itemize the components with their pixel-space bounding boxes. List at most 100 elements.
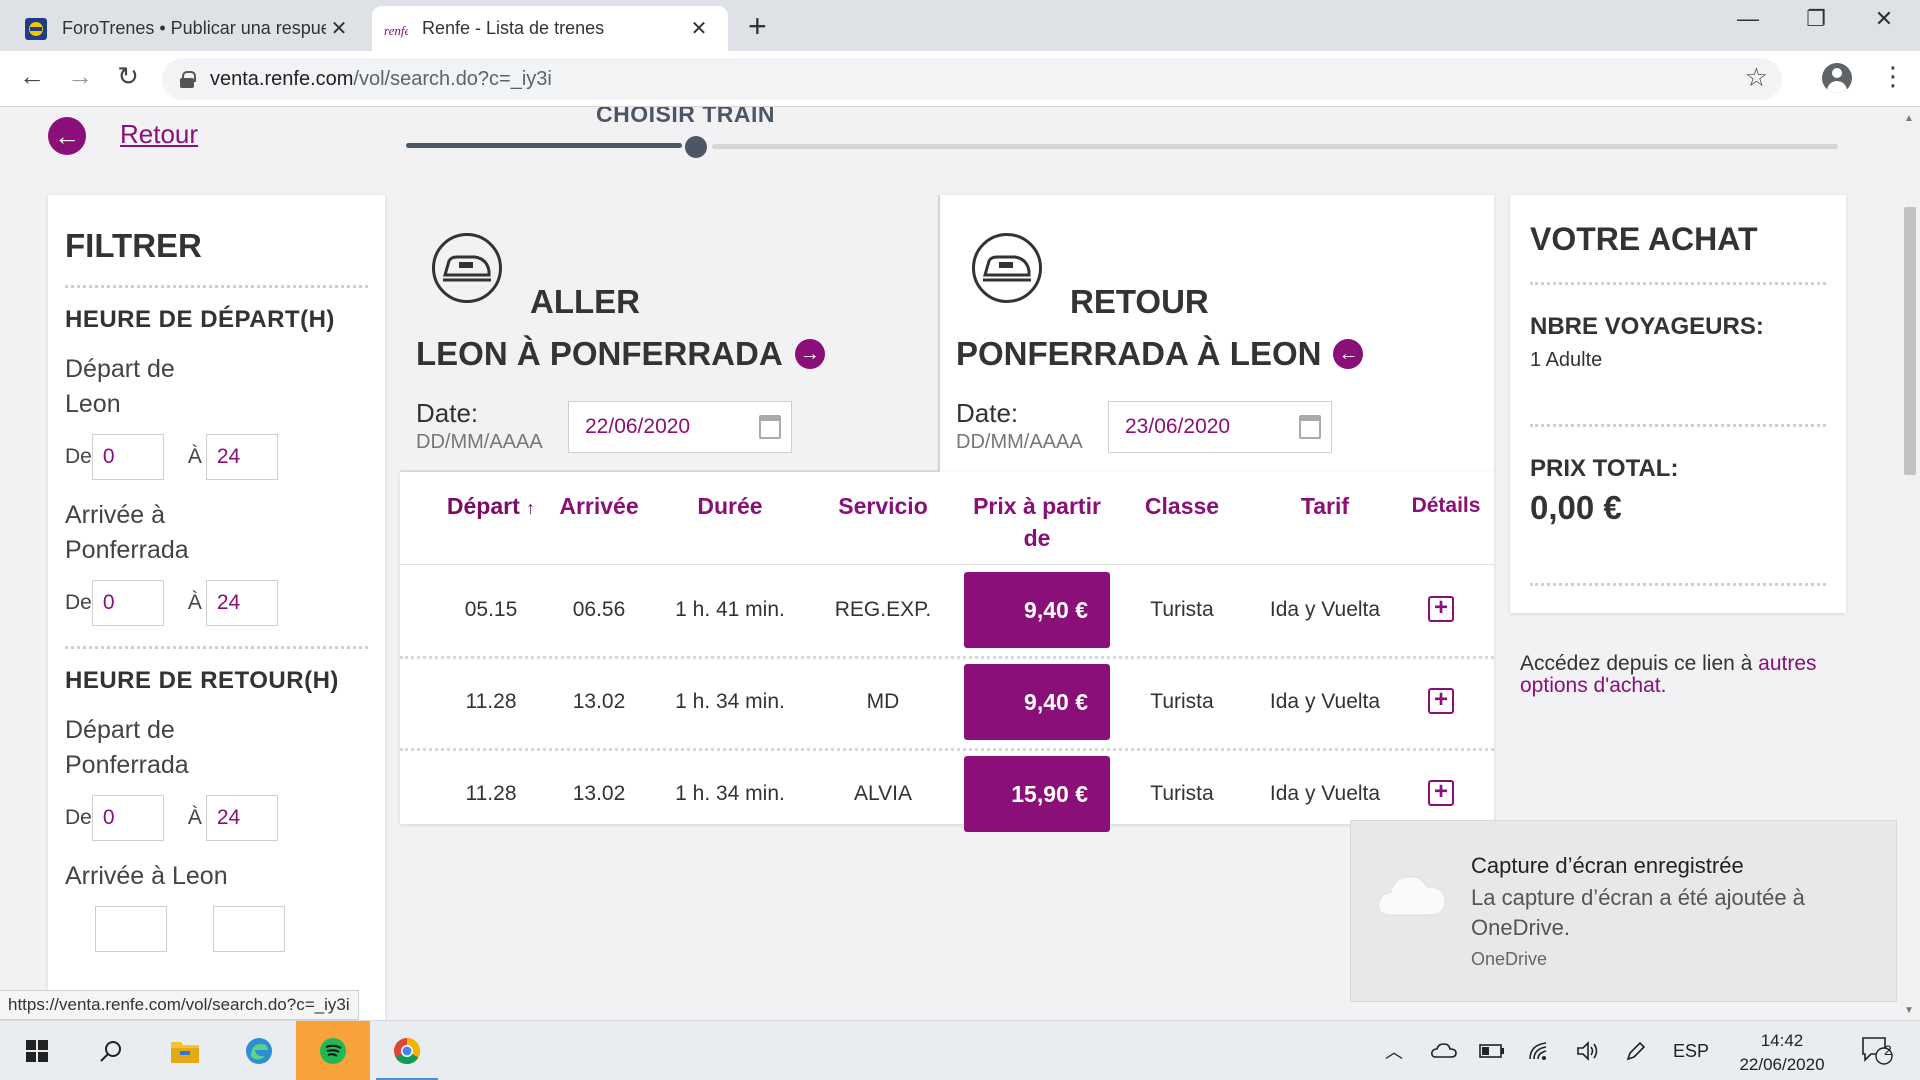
cell-depart: 11.28 [465, 782, 517, 805]
scroll-up-icon[interactable]: ▲ [1904, 113, 1914, 124]
wifi-icon[interactable] [1520, 1021, 1560, 1080]
to-label: À [187, 806, 202, 829]
col-prix-header[interactable]: Prix à partir de [960, 490, 1114, 554]
tab-close-icon[interactable]: ✕ [326, 16, 352, 41]
bookmark-star-icon[interactable]: ☆ [1745, 62, 1768, 93]
table-row[interactable]: 11.28 13.02 1 h. 34 min. ALVIA 15,90 € T… [400, 748, 1494, 840]
return-panel[interactable]: RETOUR PONFERRADA À LEON ← Date: DD/MM/A… [940, 195, 1494, 472]
action-center-icon[interactable]: 2 [1852, 1021, 1902, 1080]
chrome-icon[interactable] [370, 1021, 444, 1080]
time-to-input[interactable] [213, 906, 285, 952]
cell-arrivee: 13.02 [572, 782, 626, 805]
tab-forotrenes[interactable]: ForoTrenes • Publicar una respue ✕ [12, 6, 368, 51]
cell-arrivee: 13.02 [572, 690, 626, 713]
route-text: PONFERRADA À LEON [956, 335, 1322, 372]
travelers-label: NBRE VOYAGEURS: [1530, 313, 1764, 340]
back-link[interactable]: Retour [120, 119, 198, 150]
expand-details-icon[interactable]: + [1428, 596, 1454, 622]
expand-details-icon[interactable]: + [1428, 688, 1454, 714]
expand-details-icon[interactable]: + [1428, 780, 1454, 806]
price-button[interactable]: 15,90 € [964, 756, 1110, 832]
tab-title: ForoTrenes • Publicar una respue [62, 18, 326, 38]
input-language-indicator[interactable]: ESP [1666, 1021, 1716, 1080]
reload-icon[interactable]: ↻ [110, 61, 146, 92]
cell-duree: 1 h. 34 min. [675, 690, 785, 713]
notification-toast[interactable]: Capture d’écran enregistrée La capture d… [1350, 820, 1897, 1002]
toast-source: OneDrive [1471, 949, 1548, 969]
col-depart-header[interactable]: Départ ↑ [436, 490, 546, 524]
departure-time-heading: HEURE DE DÉPART(H) [65, 306, 335, 333]
time-from-input[interactable] [91, 580, 164, 626]
date-value: 23/06/2020 [1125, 415, 1231, 438]
windows-start-icon[interactable] [0, 1021, 74, 1080]
new-tab-icon[interactable]: + [748, 8, 767, 45]
cell-depart: 05.15 [464, 598, 518, 621]
onedrive-tray-icon[interactable] [1424, 1021, 1464, 1080]
close-window-icon[interactable]: ✕ [1854, 6, 1914, 32]
cell-servicio: ALVIA [854, 782, 912, 805]
spotify-icon[interactable] [296, 1021, 370, 1080]
cell-duree: 1 h. 34 min. [675, 782, 785, 805]
outbound-route: LEON À PONFERRADA → [416, 335, 825, 373]
calendar-icon[interactable] [1299, 415, 1321, 439]
cell-duree: 1 h. 41 min. [675, 598, 785, 621]
cell-depart: 11.28 [465, 690, 517, 713]
other-options-text: Accédez depuis ce lien à autres options … [1520, 653, 1860, 697]
col-details-header: Détails [1411, 494, 1481, 517]
time-from-input[interactable] [95, 906, 167, 952]
col-duree-header[interactable]: Durée [652, 490, 808, 522]
battery-icon[interactable] [1472, 1021, 1512, 1080]
outbound-date-field[interactable]: 22/06/2020 [568, 401, 792, 453]
cell-servicio: REG.EXP. [834, 598, 932, 621]
show-hidden-icons-chevron-up-icon[interactable]: ︿ [1376, 1021, 1412, 1080]
table-row[interactable]: 11.28 13.02 1 h. 34 min. MD 9,40 € Turis… [400, 656, 1494, 748]
outbound-panel[interactable]: ALLER LEON À PONFERRADA → Date: DD/MM/AA… [400, 195, 940, 472]
minimize-icon[interactable]: — [1718, 6, 1778, 32]
table-row[interactable]: 05.15 06.56 1 h. 41 min. REG.EXP. 9,40 €… [400, 564, 1494, 656]
tab-renfe[interactable]: renfe Renfe - Lista de trenes ✕ [372, 6, 728, 51]
edge-browser-icon[interactable] [222, 1021, 296, 1080]
profile-avatar-icon[interactable] [1822, 63, 1852, 93]
menu-kebab-icon[interactable]: ⋮ [1880, 61, 1906, 92]
total-price-label: PRIX TOTAL: [1530, 455, 1679, 482]
price-button[interactable]: 9,40 € [964, 664, 1110, 740]
time-to-input[interactable] [205, 580, 278, 626]
file-explorer-icon[interactable] [148, 1021, 222, 1080]
col-arrivee-header[interactable]: Arrivée [546, 490, 652, 522]
date-label: Date: [416, 398, 479, 428]
filter-panel: FILTRER HEURE DE DÉPART(H) Départ de Leo… [48, 195, 385, 1020]
time-from-input[interactable] [91, 795, 164, 841]
clock-date: 22/06/2020 [1739, 1055, 1825, 1074]
scrollbar-thumb[interactable] [1904, 207, 1916, 475]
forward-arrow-icon[interactable]: → [62, 61, 98, 92]
col-servicio-header[interactable]: Servicio [808, 490, 958, 522]
time-range: De À [65, 434, 368, 480]
time-to-input[interactable] [205, 434, 278, 480]
svg-text:renfe: renfe [384, 23, 408, 38]
from-label: De [65, 806, 92, 829]
tab-close-icon[interactable]: ✕ [686, 16, 712, 41]
time-to-input[interactable] [205, 795, 278, 841]
return-date-field[interactable]: 23/06/2020 [1108, 401, 1332, 453]
calendar-icon[interactable] [759, 415, 781, 439]
scroll-down-icon[interactable]: ▼ [1904, 1005, 1914, 1016]
sort-arrow-icon: ↑ [526, 498, 536, 518]
page-scrollbar[interactable]: ▲ ▼ [1900, 107, 1920, 1020]
taskbar-clock[interactable]: 14:42 22/06/2020 [1722, 1029, 1842, 1077]
filter-group-label: Arrivée à Leon [65, 862, 228, 890]
col-classe-header[interactable]: Classe [1116, 490, 1248, 522]
back-circle-arrow-icon[interactable]: ← [48, 117, 86, 155]
back-arrow-icon[interactable]: ← [14, 61, 50, 92]
search-icon[interactable] [74, 1021, 148, 1080]
pen-workspace-icon[interactable] [1616, 1021, 1656, 1080]
filter-title: FILTRER [65, 227, 202, 264]
restore-icon[interactable]: ❐ [1786, 6, 1846, 32]
onedrive-cloud-icon [1375, 869, 1449, 923]
price-button[interactable]: 9,40 € [964, 572, 1110, 648]
address-bar[interactable]: venta.renfe.com/vol/search.do?c=_iy3i ☆ [162, 58, 1782, 100]
date-label: Date: [956, 398, 1019, 428]
notification-count: 2 [1884, 1042, 1892, 1058]
volume-icon[interactable] [1568, 1021, 1608, 1080]
time-from-input[interactable] [91, 434, 164, 480]
col-tarif-header[interactable]: Tarif [1248, 490, 1402, 522]
